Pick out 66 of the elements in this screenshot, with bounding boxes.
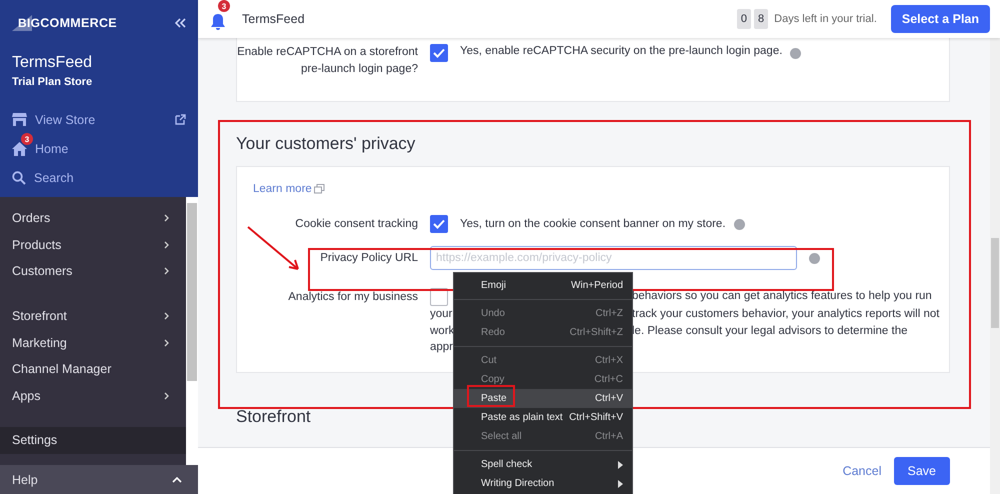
submenu-arrow-icon	[618, 460, 623, 468]
sidebar-link[interactable]: View Store	[12, 104, 186, 129]
notification-badge: 3	[21, 133, 33, 145]
menu-item[interactable]: Paste Ctrl+V	[454, 389, 632, 408]
chevron-right-icon	[164, 338, 170, 347]
description-text: appr	[430, 340, 452, 355]
checkbox-label: Yes, enable reCAPTCHA security on the pre-launch login page.	[460, 45, 782, 57]
store-name: TermsFeed	[12, 54, 94, 72]
description-text: behaviors so you can get analytics features to help you run	[632, 289, 933, 304]
chevron-right-icon	[164, 312, 170, 320]
description-text: work	[430, 324, 452, 338]
select-plan-button[interactable]: Select a Plan	[890, 5, 990, 33]
chevron-right-icon	[164, 267, 170, 276]
field-label: Cookie consent tracking	[294, 216, 418, 232]
url-input[interactable]: https://example.com/privacy-policy	[430, 246, 797, 270]
scrollbar[interactable]	[186, 197, 198, 465]
menu-item[interactable]: Writing Direction	[454, 474, 632, 493]
learn-more-link[interactable]: Learn more	[253, 183, 325, 195]
section-title: Your customers' privacy	[236, 134, 416, 154]
external-link-icon	[175, 114, 186, 125]
store-plan: Trial Plan Store	[12, 76, 94, 88]
notification-badge: 3	[218, 0, 230, 12]
trial-counter-digit: 8	[754, 9, 768, 29]
cancel-link[interactable]: Cancel	[842, 464, 882, 478]
highlight-frame	[467, 385, 515, 407]
trial-counter-digit: 0	[736, 9, 752, 29]
storefront-icon	[12, 113, 27, 126]
checkbox[interactable]	[430, 215, 448, 233]
checkbox[interactable]	[430, 44, 448, 62]
store-name: TermsFeed	[242, 12, 306, 26]
description-text: track your customers behavior, your analytics reports will not	[632, 307, 940, 322]
nav-item[interactable]: Settings	[0, 427, 186, 454]
nav-item[interactable]: Channel Manager	[0, 356, 186, 383]
bell-icon[interactable]	[210, 13, 226, 31]
nav-item[interactable]: Customers	[0, 258, 186, 285]
help-menu[interactable]: Help	[0, 465, 198, 494]
nav-item[interactable]: Marketing	[0, 329, 186, 356]
field-label: Enable reCAPTCHA on a storefront pre-launch login page?	[237, 45, 418, 77]
home-icon	[12, 142, 27, 156]
chevron-right-icon	[164, 240, 170, 249]
nav-item[interactable]: Products	[0, 232, 186, 258]
chevron-right-icon	[164, 392, 170, 400]
nav-item[interactable]: Orders	[0, 205, 186, 232]
description-text: le. Please consult your legal advisors to determine the	[632, 324, 909, 338]
scrollbar[interactable]	[990, 38, 1000, 494]
section-title: Storefront	[236, 406, 311, 426]
chevron-right-icon	[164, 214, 170, 222]
menu-item[interactable]: Paste as plain text Ctrl+Shift+V	[454, 408, 632, 427]
description-text: your	[430, 307, 452, 322]
sidebar-link[interactable]: Search	[12, 162, 186, 187]
checkbox-label: Yes, turn on the cookie consent banner on my store.	[460, 218, 726, 230]
collapse-icon[interactable]	[175, 18, 186, 28]
external-window-icon	[314, 184, 325, 194]
sidebar-link[interactable]: Home 3	[12, 133, 186, 158]
submenu-arrow-icon	[618, 480, 623, 488]
search-icon	[12, 170, 26, 184]
field-label: Privacy Policy URL	[319, 250, 418, 266]
menu-item[interactable]: Spell check	[454, 455, 632, 474]
menu-item[interactable]: Emoji Win+Period	[454, 276, 632, 295]
nav-item[interactable]: Apps	[0, 382, 186, 410]
save-button[interactable]: Save	[894, 457, 950, 485]
nav-item[interactable]: Storefront	[0, 302, 186, 330]
field-label: Analytics for my business	[287, 290, 418, 305]
bigcommerce-logo: BIGCOMMERCE	[12, 15, 117, 31]
caret-icon	[172, 476, 182, 482]
trial-text: Days left in your trial.	[774, 13, 877, 25]
